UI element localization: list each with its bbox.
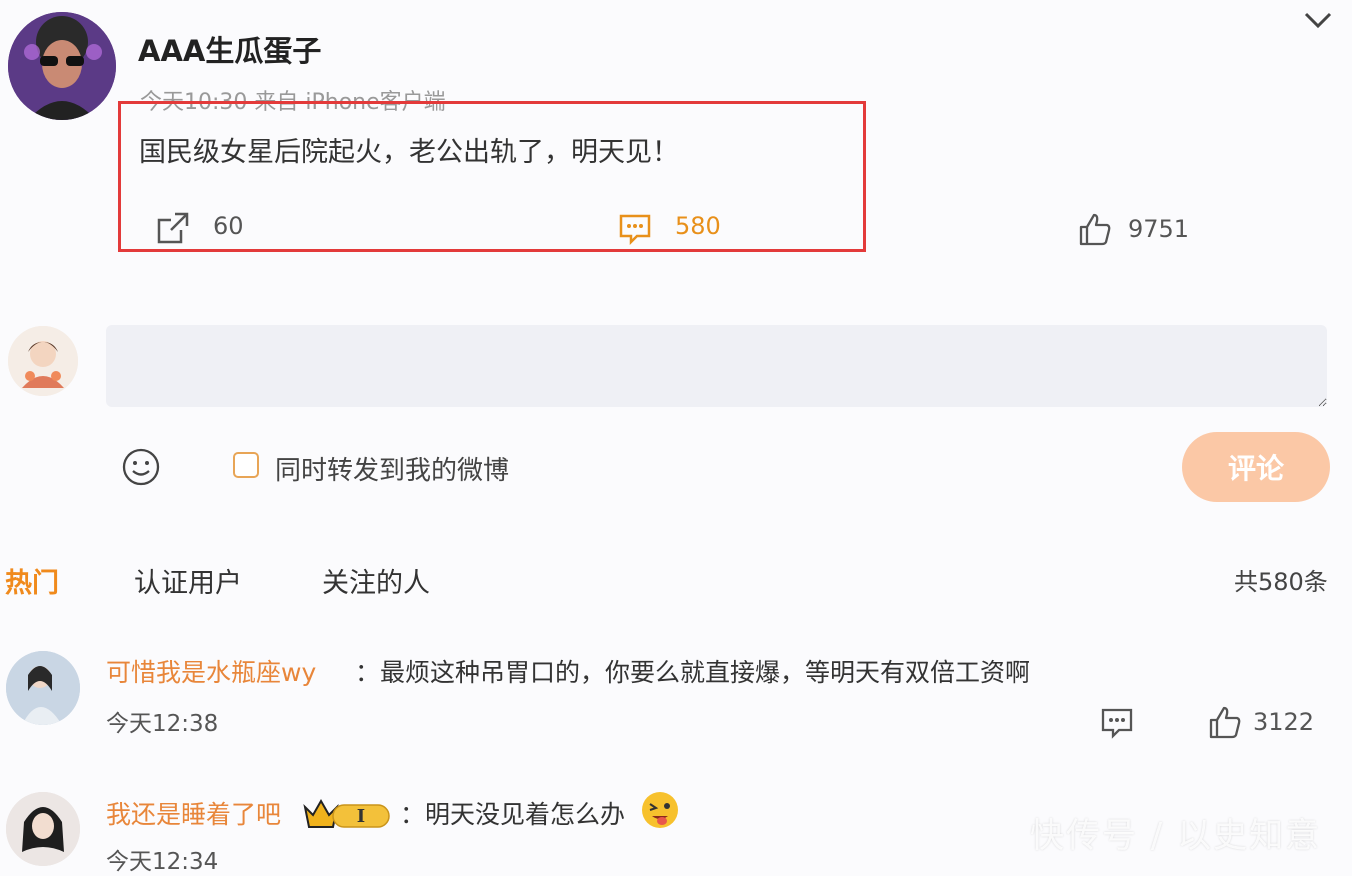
emoji-icon[interactable] (121, 447, 161, 487)
commenter-avatar[interactable] (6, 651, 80, 725)
also-repost-checkbox[interactable] (233, 452, 259, 478)
comment-icon[interactable] (617, 210, 653, 246)
comment-input[interactable] (106, 325, 1327, 407)
commenter-name[interactable]: 我还是睡着了吧 (106, 795, 281, 831)
reply-icon[interactable] (1099, 704, 1135, 740)
tab-hot[interactable]: 热门 (5, 561, 59, 600)
repost-count[interactable]: 60 (213, 212, 244, 240)
commenter-name[interactable]: 可惜我是水瓶座wy (106, 653, 316, 689)
watermark: 快传号 / 以史知意 (1030, 816, 1322, 856)
post-author-name[interactable]: AAA生瓜蛋子 (138, 28, 321, 70)
comment-text: ：最烦这种吊胃口的，你要么就直接爆，等明天有双倍工资啊 (355, 658, 1031, 687)
svg-text:I: I (357, 806, 365, 827)
commenter-avatar[interactable] (6, 792, 80, 866)
tongue-out-emoji-icon (640, 790, 680, 830)
repost-icon[interactable] (155, 210, 191, 246)
tab-verified-users[interactable]: 认证用户 (134, 561, 242, 600)
post-text: 国民级女星后院起火，老公出轨了，明天见！ (139, 137, 679, 168)
submit-comment-button[interactable]: 评论 (1182, 432, 1330, 502)
like-count[interactable]: 9751 (1128, 215, 1189, 243)
thumbs-up-icon[interactable] (1207, 704, 1243, 740)
tab-following[interactable]: 关注的人 (322, 561, 430, 600)
post-author-avatar[interactable] (8, 12, 116, 120)
chevron-down-icon[interactable] (1300, 6, 1336, 36)
comment-time: 今天12:38 (106, 711, 219, 737)
crown-badge-icon: I (303, 797, 391, 831)
current-user-avatar (8, 326, 78, 396)
comment-text: ：明天没见着怎么办 (400, 800, 626, 829)
comment-time: 今天12:34 (106, 849, 219, 875)
thumbs-up-icon[interactable] (1077, 211, 1113, 247)
comment-count[interactable]: 580 (675, 212, 721, 240)
comment-total: 共580条 (1234, 568, 1328, 596)
comment-like-count[interactable]: 3122 (1253, 708, 1314, 736)
also-repost-label[interactable]: 同时转发到我的微博 (275, 450, 509, 487)
